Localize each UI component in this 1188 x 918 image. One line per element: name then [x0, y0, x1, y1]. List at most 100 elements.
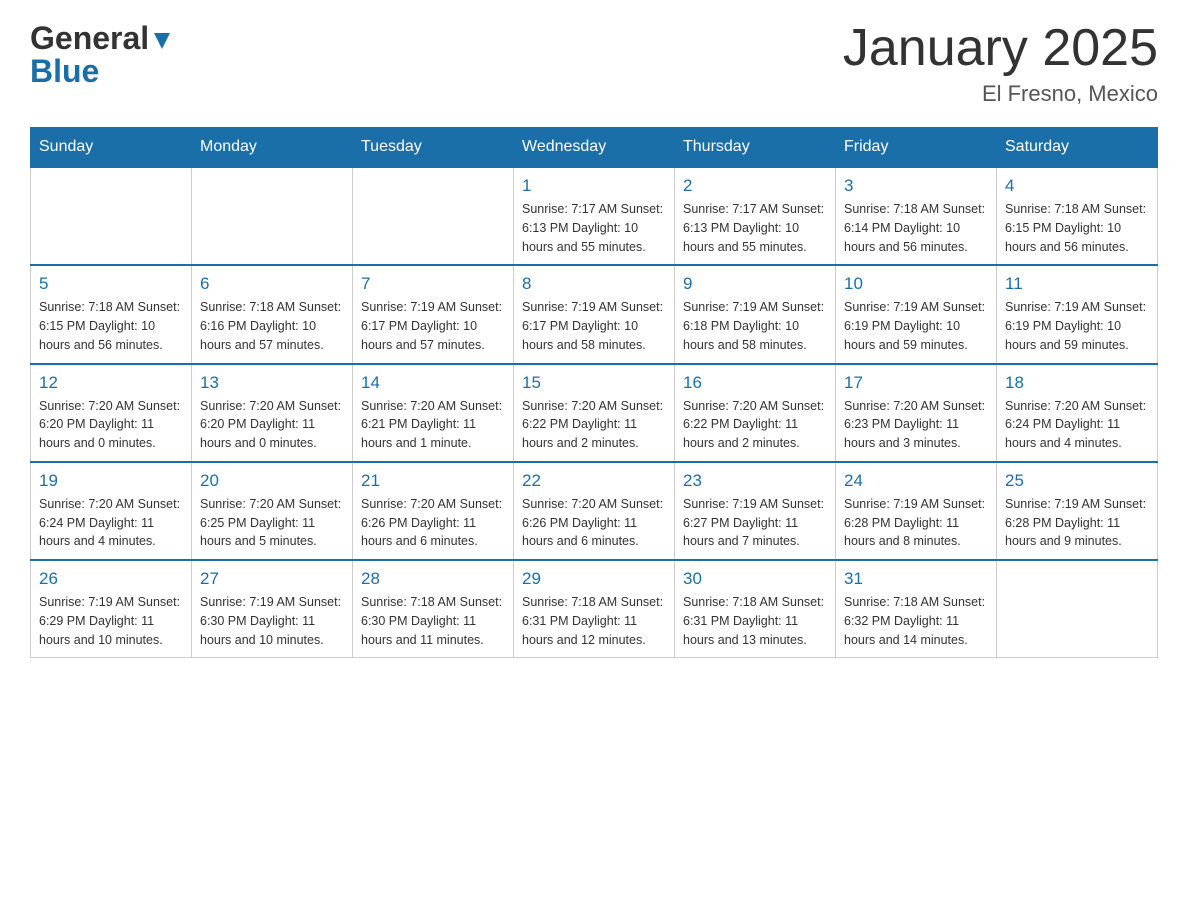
- day-info: Sunrise: 7:20 AM Sunset: 6:22 PM Dayligh…: [522, 397, 666, 453]
- day-info: Sunrise: 7:18 AM Sunset: 6:15 PM Dayligh…: [39, 298, 183, 354]
- day-number: 12: [39, 373, 183, 393]
- day-number: 6: [200, 274, 344, 294]
- day-number: 15: [522, 373, 666, 393]
- day-cell: 15 Sunrise: 7:20 AM Sunset: 6:22 PM Dayli…: [514, 364, 675, 462]
- day-cell: 6Sunrise: 7:18 AM Sunset: 6:16 PM Daylig…: [192, 265, 353, 363]
- day-info: Sunrise: 7:18 AM Sunset: 6:32 PM Dayligh…: [844, 593, 988, 649]
- day-number: 3: [844, 176, 988, 196]
- day-cell: 9Sunrise: 7:19 AM Sunset: 6:18 PM Daylig…: [675, 265, 836, 363]
- day-number: 2: [683, 176, 827, 196]
- day-info: Sunrise: 7:19 AM Sunset: 6:17 PM Dayligh…: [522, 298, 666, 354]
- day-cell: 12 Sunrise: 7:20 AM Sunset: 6:20 PM Dayli…: [31, 364, 192, 462]
- calendar-body: 1 Sunrise: 7:17 AM Sunset: 6:13 PM Daylig…: [31, 167, 1158, 658]
- calendar-header: SundayMondayTuesdayWednesdayThursdayFrid…: [31, 128, 1158, 168]
- day-cell: 4Sunrise: 7:18 AM Sunset: 6:15 PM Daylig…: [997, 167, 1158, 265]
- header-cell-thursday: Thursday: [675, 128, 836, 168]
- day-cell: 16 Sunrise: 7:20 AM Sunset: 6:22 PM Dayli…: [675, 364, 836, 462]
- day-number: 8: [522, 274, 666, 294]
- day-number: 25: [1005, 471, 1149, 491]
- day-info: Sunrise: 7:20 AM Sunset: 6:24 PM Dayligh…: [1005, 397, 1149, 453]
- day-cell: 20 Sunrise: 7:20 AM Sunset: 6:25 PM Dayli…: [192, 462, 353, 560]
- day-cell: 19 Sunrise: 7:20 AM Sunset: 6:24 PM Dayli…: [31, 462, 192, 560]
- day-cell: 13Sunrise: 7:20 AM Sunset: 6:20 PM Dayli…: [192, 364, 353, 462]
- day-cell: 3Sunrise: 7:18 AM Sunset: 6:14 PM Daylig…: [836, 167, 997, 265]
- day-cell: 10Sunrise: 7:19 AM Sunset: 6:19 PM Dayli…: [836, 265, 997, 363]
- day-number: 29: [522, 569, 666, 589]
- header-cell-saturday: Saturday: [997, 128, 1158, 168]
- day-info: Sunrise: 7:20 AM Sunset: 6:25 PM Dayligh…: [200, 495, 344, 551]
- day-cell: [353, 167, 514, 265]
- day-info: Sunrise: 7:18 AM Sunset: 6:30 PM Dayligh…: [361, 593, 505, 649]
- day-number: 4: [1005, 176, 1149, 196]
- day-info: Sunrise: 7:18 AM Sunset: 6:31 PM Dayligh…: [683, 593, 827, 649]
- day-number: 23: [683, 471, 827, 491]
- day-info: Sunrise: 7:20 AM Sunset: 6:26 PM Dayligh…: [522, 495, 666, 551]
- week-row-5: 26 Sunrise: 7:19 AM Sunset: 6:29 PM Dayli…: [31, 560, 1158, 658]
- calendar-title: January 2025: [843, 20, 1158, 77]
- day-number: 10: [844, 274, 988, 294]
- day-info: Sunrise: 7:20 AM Sunset: 6:22 PM Dayligh…: [683, 397, 827, 453]
- day-cell: 26 Sunrise: 7:19 AM Sunset: 6:29 PM Dayli…: [31, 560, 192, 658]
- day-number: 7: [361, 274, 505, 294]
- day-info: Sunrise: 7:19 AM Sunset: 6:28 PM Dayligh…: [844, 495, 988, 551]
- day-cell: 31 Sunrise: 7:18 AM Sunset: 6:32 PM Dayli…: [836, 560, 997, 658]
- header-cell-friday: Friday: [836, 128, 997, 168]
- day-cell: 23Sunrise: 7:19 AM Sunset: 6:27 PM Dayli…: [675, 462, 836, 560]
- day-number: 31: [844, 569, 988, 589]
- day-number: 19: [39, 471, 183, 491]
- page-header: General Blue January 2025 El Fresno, Mex…: [30, 20, 1158, 107]
- calendar-subtitle: El Fresno, Mexico: [843, 81, 1158, 107]
- day-number: 16: [683, 373, 827, 393]
- day-cell: 27 Sunrise: 7:19 AM Sunset: 6:30 PM Dayli…: [192, 560, 353, 658]
- day-cell: [997, 560, 1158, 658]
- header-cell-tuesday: Tuesday: [353, 128, 514, 168]
- day-number: 21: [361, 471, 505, 491]
- day-cell: [192, 167, 353, 265]
- day-info: Sunrise: 7:17 AM Sunset: 6:13 PM Dayligh…: [522, 200, 666, 256]
- day-number: 28: [361, 569, 505, 589]
- day-info: Sunrise: 7:17 AM Sunset: 6:13 PM Dayligh…: [683, 200, 827, 256]
- week-row-3: 12 Sunrise: 7:20 AM Sunset: 6:20 PM Dayli…: [31, 364, 1158, 462]
- header-cell-wednesday: Wednesday: [514, 128, 675, 168]
- day-cell: 24 Sunrise: 7:19 AM Sunset: 6:28 PM Dayli…: [836, 462, 997, 560]
- day-number: 20: [200, 471, 344, 491]
- day-cell: 30 Sunrise: 7:18 AM Sunset: 6:31 PM Dayli…: [675, 560, 836, 658]
- logo-general: General: [30, 20, 149, 57]
- logo-blue: Blue: [30, 53, 99, 90]
- day-number: 17: [844, 373, 988, 393]
- day-info: Sunrise: 7:20 AM Sunset: 6:20 PM Dayligh…: [200, 397, 344, 453]
- day-info: Sunrise: 7:19 AM Sunset: 6:29 PM Dayligh…: [39, 593, 183, 649]
- day-number: 24: [844, 471, 988, 491]
- day-number: 18: [1005, 373, 1149, 393]
- day-info: Sunrise: 7:20 AM Sunset: 6:20 PM Dayligh…: [39, 397, 183, 453]
- day-cell: 11Sunrise: 7:19 AM Sunset: 6:19 PM Dayli…: [997, 265, 1158, 363]
- day-number: 26: [39, 569, 183, 589]
- day-info: Sunrise: 7:20 AM Sunset: 6:21 PM Dayligh…: [361, 397, 505, 453]
- logo-arrow-icon: [151, 29, 173, 51]
- day-cell: 8 Sunrise: 7:19 AM Sunset: 6:17 PM Daylig…: [514, 265, 675, 363]
- day-number: 30: [683, 569, 827, 589]
- day-info: Sunrise: 7:20 AM Sunset: 6:24 PM Dayligh…: [39, 495, 183, 551]
- day-number: 22: [522, 471, 666, 491]
- day-info: Sunrise: 7:19 AM Sunset: 6:30 PM Dayligh…: [200, 593, 344, 649]
- day-cell: 1 Sunrise: 7:17 AM Sunset: 6:13 PM Daylig…: [514, 167, 675, 265]
- day-cell: 7Sunrise: 7:19 AM Sunset: 6:17 PM Daylig…: [353, 265, 514, 363]
- logo: General Blue: [30, 20, 173, 90]
- day-cell: 28 Sunrise: 7:18 AM Sunset: 6:30 PM Dayli…: [353, 560, 514, 658]
- day-info: Sunrise: 7:18 AM Sunset: 6:31 PM Dayligh…: [522, 593, 666, 649]
- calendar-table: SundayMondayTuesdayWednesdayThursdayFrid…: [30, 127, 1158, 658]
- day-cell: 22 Sunrise: 7:20 AM Sunset: 6:26 PM Dayli…: [514, 462, 675, 560]
- week-row-2: 5Sunrise: 7:18 AM Sunset: 6:15 PM Daylig…: [31, 265, 1158, 363]
- day-cell: 17Sunrise: 7:20 AM Sunset: 6:23 PM Dayli…: [836, 364, 997, 462]
- day-number: 27: [200, 569, 344, 589]
- day-cell: 5Sunrise: 7:18 AM Sunset: 6:15 PM Daylig…: [31, 265, 192, 363]
- day-cell: 29 Sunrise: 7:18 AM Sunset: 6:31 PM Dayli…: [514, 560, 675, 658]
- day-info: Sunrise: 7:19 AM Sunset: 6:28 PM Dayligh…: [1005, 495, 1149, 551]
- day-number: 1: [522, 176, 666, 196]
- title-section: January 2025 El Fresno, Mexico: [843, 20, 1158, 107]
- week-row-4: 19 Sunrise: 7:20 AM Sunset: 6:24 PM Dayli…: [31, 462, 1158, 560]
- day-info: Sunrise: 7:20 AM Sunset: 6:26 PM Dayligh…: [361, 495, 505, 551]
- header-cell-monday: Monday: [192, 128, 353, 168]
- day-cell: [31, 167, 192, 265]
- day-cell: 14Sunrise: 7:20 AM Sunset: 6:21 PM Dayli…: [353, 364, 514, 462]
